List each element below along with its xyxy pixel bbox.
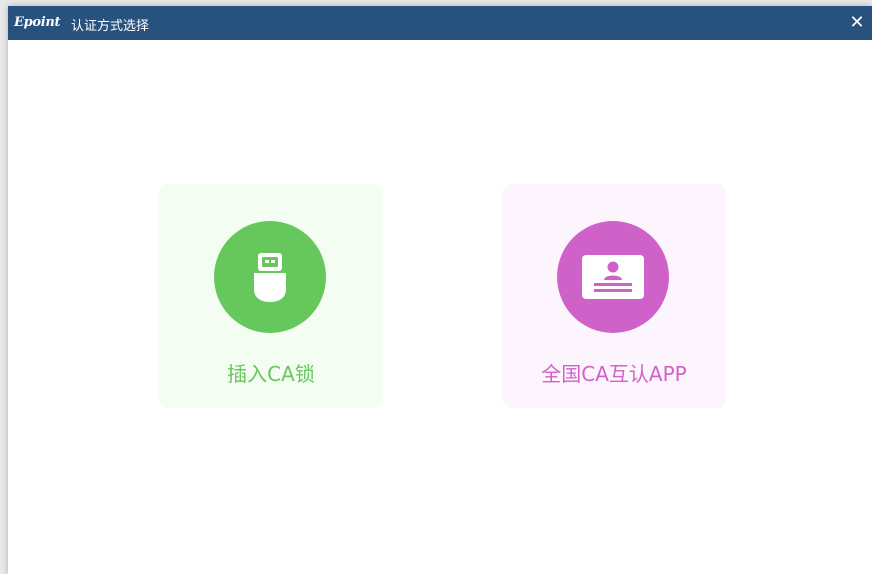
title-bar[interactable]: Epoint 认证方式选择 ✕	[8, 6, 872, 40]
option-national-ca-app[interactable]: 全国CA互认APP	[502, 184, 726, 408]
usb-icon-circle	[214, 221, 326, 333]
option-insert-ca-key[interactable]: 插入CA锁	[159, 184, 383, 408]
card-icon-circle	[557, 221, 669, 333]
close-icon: ✕	[849, 11, 865, 33]
option-label: 全国CA互认APP	[541, 362, 687, 386]
usb-key-icon	[254, 253, 286, 302]
epoint-logo: Epoint	[14, 15, 61, 30]
id-card-icon	[582, 255, 644, 299]
close-button[interactable]: ✕	[845, 10, 869, 34]
auth-method-dialog: Epoint 认证方式选择 ✕ 插入CA锁 全国CA互认APP	[8, 6, 872, 574]
option-label: 插入CA锁	[227, 362, 315, 386]
dialog-title: 认证方式选择	[71, 19, 150, 34]
